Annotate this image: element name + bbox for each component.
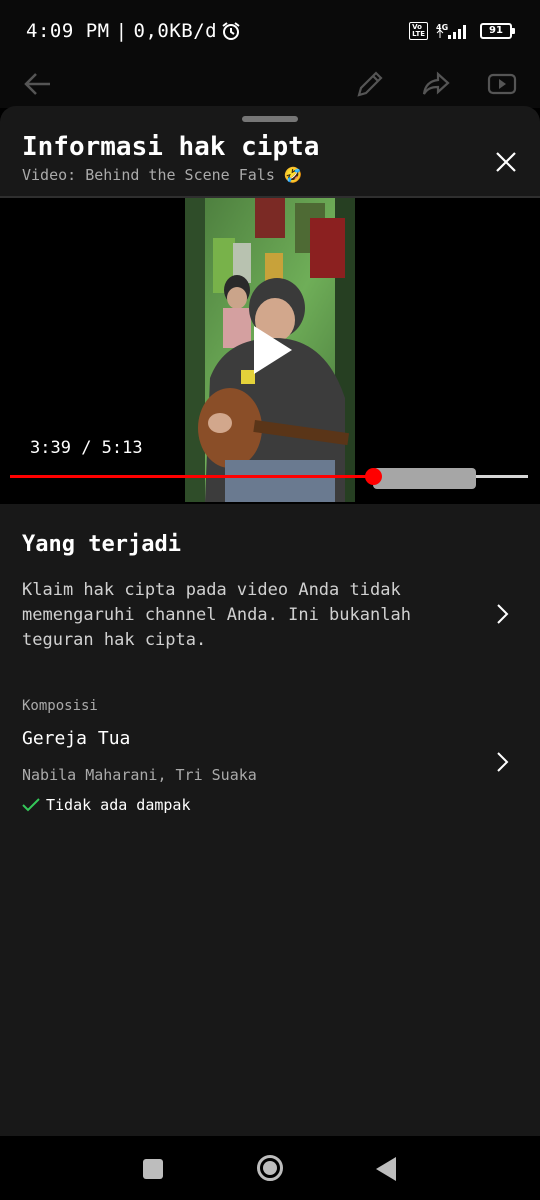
- status-left: 4:09 PM | 0,0KB/d: [26, 20, 241, 42]
- claim-text: Klaim hak cipta pada video Anda tidak me…: [22, 580, 411, 650]
- status-separator: |: [115, 20, 128, 42]
- recent-apps-icon[interactable]: [142, 1158, 164, 1180]
- share-icon[interactable]: [420, 68, 452, 100]
- home-icon[interactable]: [255, 1153, 285, 1183]
- composition-artists: Nabila Maharani, Tri Suaka: [22, 766, 257, 784]
- chevron-right-icon: [497, 604, 509, 624]
- sheet-title: Informasi hak cipta: [22, 132, 320, 162]
- impact-text: Tidak ada dampak: [46, 796, 191, 814]
- pencil-icon[interactable]: [354, 68, 386, 100]
- close-icon: [496, 152, 516, 172]
- video-player[interactable]: 3:39 / 5:13: [0, 198, 540, 504]
- buffered-segment: [372, 468, 477, 489]
- claim-info-row[interactable]: Klaim hak cipta pada video Anda tidak me…: [0, 574, 540, 654]
- current-time: 3:39: [30, 438, 71, 458]
- sheet-subtitle: Video: Behind the Scene Fals 🤣: [22, 166, 303, 184]
- signal-4g-label: 4G: [436, 23, 448, 32]
- system-nav-bar: [0, 1136, 540, 1200]
- status-bar: 4:09 PM | 0,0KB/d Vo LTE 4G 91: [0, 0, 540, 64]
- composition-title: Gereja Tua: [22, 728, 131, 749]
- battery-icon: 91: [480, 23, 515, 39]
- chevron-right-icon: [497, 752, 509, 772]
- composition-label: Komposisi: [22, 698, 98, 714]
- check-icon: [22, 798, 40, 812]
- status-right: Vo LTE 4G 91: [409, 22, 515, 40]
- progress-played: [10, 475, 373, 478]
- youtube-icon[interactable]: [486, 68, 518, 100]
- duration: 5:13: [101, 438, 143, 458]
- copyright-info-sheet: Informasi hak cipta Video: Behind the Sc…: [0, 106, 540, 1136]
- video-time: 3:39 / 5:13: [30, 438, 143, 458]
- status-time: 4:09 PM: [26, 20, 110, 42]
- impact-status: Tidak ada dampak: [22, 796, 191, 814]
- composition-item[interactable]: Gereja Tua Nabila Maharani, Tri Suaka Ti…: [0, 722, 540, 832]
- signal-icon: 4G: [436, 23, 466, 39]
- close-button[interactable]: [488, 144, 524, 180]
- alarm-icon: [222, 22, 240, 40]
- time-separator: /: [70, 438, 102, 458]
- network-speed: 0,0KB/d: [133, 20, 218, 42]
- volte-badge: Vo LTE: [409, 22, 428, 40]
- play-icon[interactable]: [252, 324, 294, 376]
- drag-handle[interactable]: [242, 116, 298, 122]
- what-happened-title: Yang terjadi: [22, 532, 181, 557]
- progress-scrubber[interactable]: [364, 468, 382, 485]
- back-nav-icon[interactable]: [375, 1156, 397, 1182]
- arrow-left-icon[interactable]: [22, 68, 54, 100]
- app-bar: [0, 64, 540, 108]
